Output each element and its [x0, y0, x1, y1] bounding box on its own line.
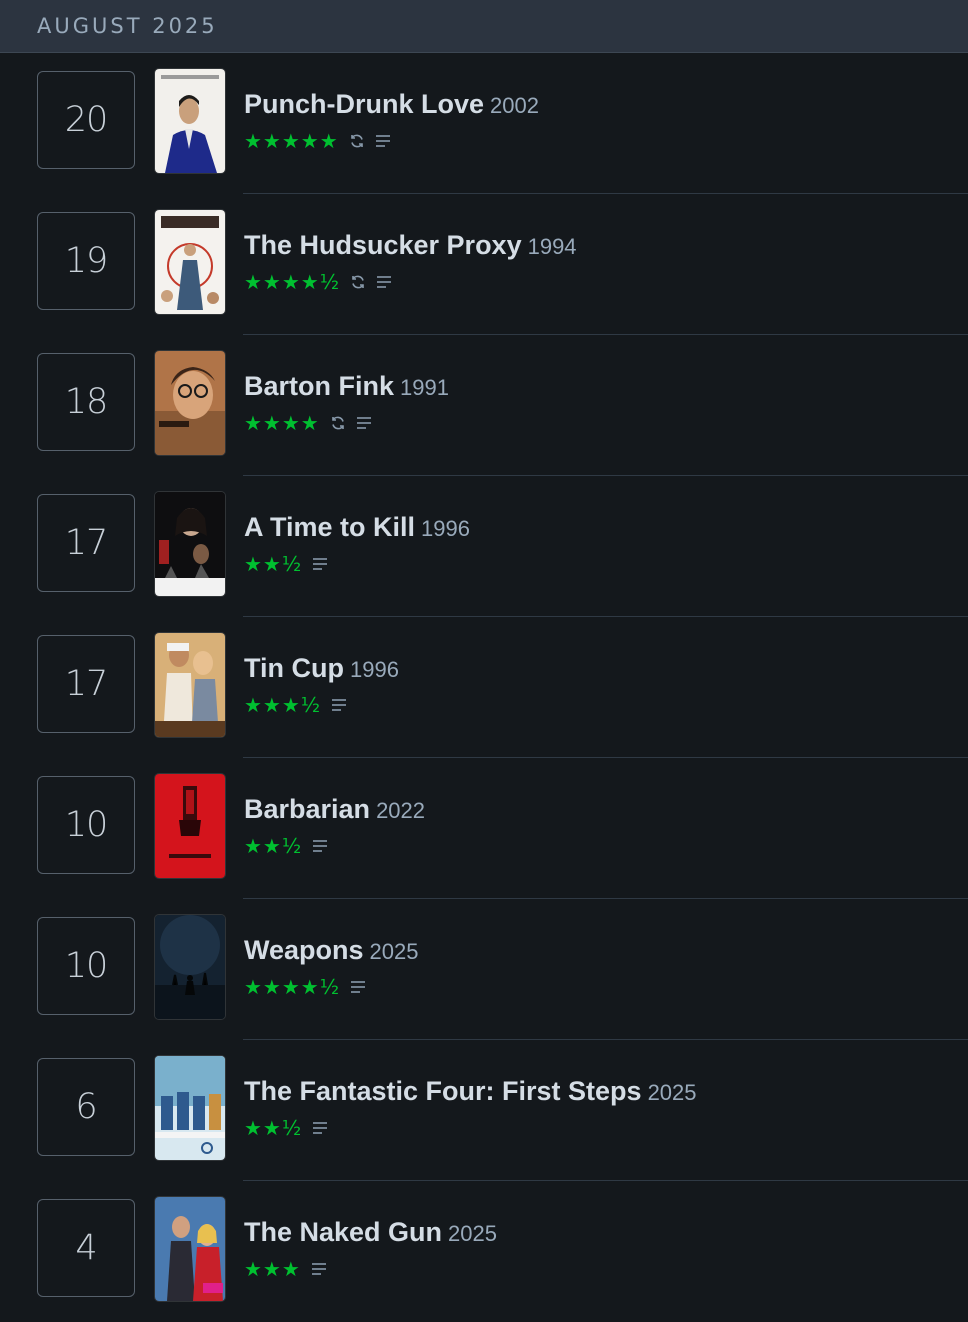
film-poster[interactable]: [155, 69, 225, 173]
film-year[interactable]: 2002: [490, 93, 539, 118]
day-box[interactable]: 10: [37, 917, 135, 1015]
rewatch-icon: [350, 274, 366, 290]
film-year[interactable]: 1996: [350, 657, 399, 682]
film-year[interactable]: 2025: [448, 1221, 497, 1246]
film-year[interactable]: 2022: [376, 798, 425, 823]
review-icon[interactable]: [312, 557, 328, 571]
star-rating: ★★½: [244, 552, 303, 576]
rewatch-icon: [330, 415, 346, 431]
diary-entry: 19 The Hudsucker Proxy 1994 ★★★★½: [0, 194, 968, 335]
review-icon[interactable]: [331, 698, 347, 712]
film-poster[interactable]: [155, 492, 225, 596]
day-box[interactable]: 17: [37, 494, 135, 592]
star-rating: ★★★★★: [244, 129, 339, 153]
film-poster[interactable]: [155, 633, 225, 737]
review-icon[interactable]: [311, 1262, 327, 1276]
film-year[interactable]: 2025: [370, 939, 419, 964]
film-title[interactable]: Barbarian: [244, 794, 370, 824]
film-year[interactable]: 1996: [421, 516, 470, 541]
review-icon[interactable]: [356, 416, 372, 430]
film-poster[interactable]: [155, 774, 225, 878]
review-icon[interactable]: [375, 134, 391, 148]
review-icon[interactable]: [350, 980, 366, 994]
star-rating: ★★★★: [244, 411, 320, 435]
diary-entry: 6 The Fantastic Four: First Steps 2025 ★★…: [0, 1040, 968, 1181]
film-poster[interactable]: [155, 915, 225, 1019]
day-box[interactable]: 18: [37, 353, 135, 451]
film-title[interactable]: The Naked Gun: [244, 1217, 442, 1247]
review-icon[interactable]: [312, 839, 328, 853]
diary-entry: 17 A Time to Kill 1996 ★★½: [0, 476, 968, 617]
diary-entry: 10 Barbarian 2022 ★★½: [0, 758, 968, 899]
film-title[interactable]: Weapons: [244, 935, 364, 965]
star-rating: ★★½: [244, 1116, 303, 1140]
film-year[interactable]: 1994: [528, 234, 577, 259]
diary-entry: 10 Weapons 2025 ★★★★½: [0, 899, 968, 1040]
diary-entry: 18 Barton Fink 1991 ★★★★: [0, 335, 968, 476]
day-box[interactable]: 19: [37, 212, 135, 310]
day-box[interactable]: 4: [37, 1199, 135, 1297]
diary-entry: 20 Punch-Drunk Love 2002 ★★★★★: [0, 53, 968, 194]
film-year[interactable]: 1991: [400, 375, 449, 400]
diary-entry: 4 The Naked Gun 2025 ★★★: [0, 1181, 968, 1322]
day-box[interactable]: 6: [37, 1058, 135, 1156]
film-title[interactable]: Barton Fink: [244, 371, 394, 401]
film-poster[interactable]: [155, 1056, 225, 1160]
film-poster[interactable]: [155, 210, 225, 314]
star-rating: ★★½: [244, 834, 303, 858]
review-icon[interactable]: [376, 275, 392, 289]
film-poster[interactable]: [155, 1197, 225, 1301]
film-title[interactable]: A Time to Kill: [244, 512, 415, 542]
film-poster[interactable]: [155, 351, 225, 455]
day-box[interactable]: 20: [37, 71, 135, 169]
star-rating: ★★★★½: [244, 270, 341, 294]
star-rating: ★★★★½: [244, 975, 341, 999]
month-label: AUGUST 2025: [37, 14, 218, 38]
diary-entry: 17 Tin Cup 1996 ★★★½: [0, 617, 968, 758]
film-title[interactable]: The Hudsucker Proxy: [244, 230, 522, 260]
film-title[interactable]: Tin Cup: [244, 653, 344, 683]
month-header: AUGUST 2025: [0, 0, 968, 53]
day-box[interactable]: 10: [37, 776, 135, 874]
star-rating: ★★★: [244, 1257, 301, 1281]
film-title[interactable]: The Fantastic Four: First Steps: [244, 1076, 642, 1106]
day-box[interactable]: 17: [37, 635, 135, 733]
film-year[interactable]: 2025: [648, 1080, 697, 1105]
star-rating: ★★★½: [244, 693, 322, 717]
review-icon[interactable]: [312, 1121, 328, 1135]
film-title[interactable]: Punch-Drunk Love: [244, 89, 484, 119]
rewatch-icon: [349, 133, 365, 149]
